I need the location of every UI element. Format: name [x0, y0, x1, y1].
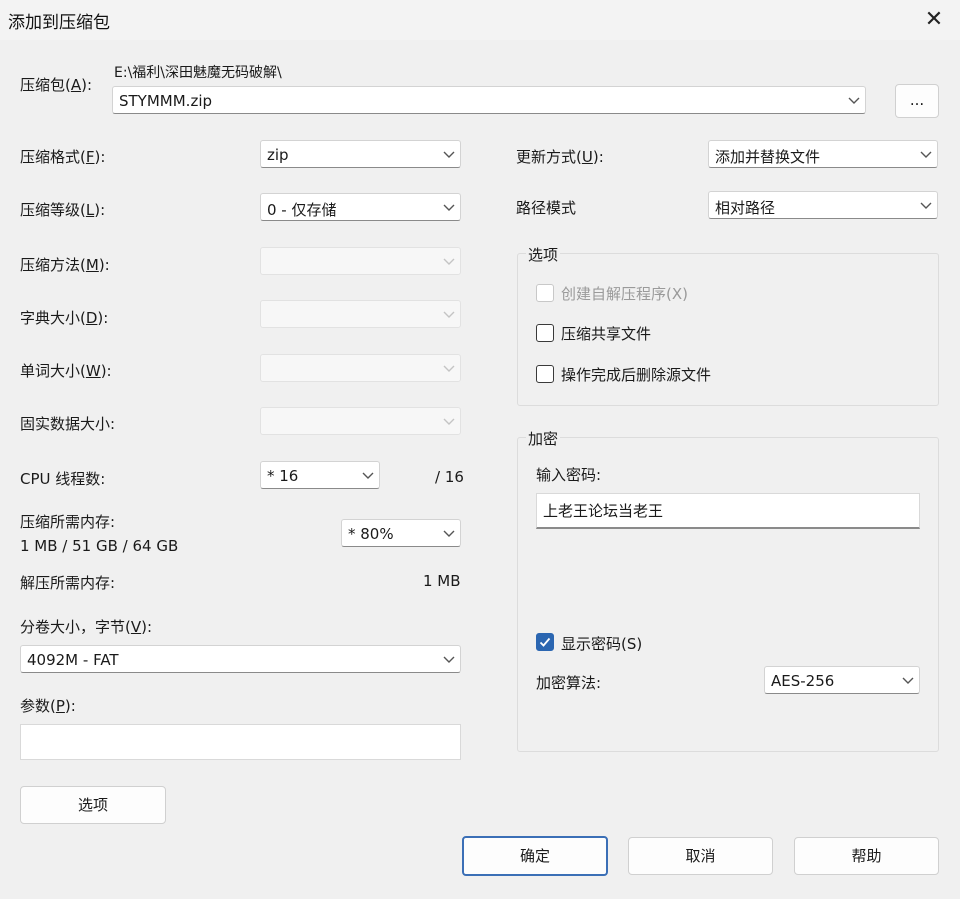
format-combo[interactable]: zip — [260, 140, 461, 168]
dict-label: 字典大小(D): — [20, 309, 109, 327]
checkmark-icon — [539, 637, 551, 647]
cancel-button[interactable]: 取消 — [628, 837, 773, 875]
chevron-down-icon — [443, 204, 455, 211]
path-mode-combo[interactable]: 相对路径 — [708, 191, 938, 219]
solid-combo — [260, 407, 461, 435]
chevron-down-icon — [443, 311, 455, 318]
ok-button[interactable]: 确定 — [462, 836, 608, 876]
algo-label: 加密算法: — [536, 674, 602, 692]
mem-decompress-label: 解压所需内存: — [20, 574, 116, 592]
level-value: 0 - 仅存储 — [267, 201, 337, 219]
chevron-down-icon — [443, 530, 455, 537]
volume-combo[interactable]: 4092M - FAT — [20, 645, 461, 673]
mem-compress-combo[interactable]: * 80% — [341, 519, 461, 547]
threads-combo[interactable]: * 16 — [260, 461, 380, 489]
params-input[interactable] — [20, 724, 461, 760]
close-icon[interactable]: ✕ — [920, 6, 948, 34]
solid-label: 固实数据大小: — [20, 415, 116, 433]
chevron-down-icon — [443, 258, 455, 265]
archive-path: E:\福利\深田魅魔无码破解\ — [114, 65, 282, 81]
delete-after-checkbox[interactable] — [536, 365, 554, 383]
format-label: 压缩格式(F): — [20, 148, 106, 166]
method-label: 压缩方法(M): — [20, 256, 110, 274]
title-bar — [0, 0, 960, 40]
update-combo[interactable]: 添加并替换文件 — [708, 140, 938, 168]
sfx-checkbox — [536, 284, 554, 302]
format-value: zip — [267, 146, 289, 164]
shared-label: 压缩共享文件 — [561, 325, 652, 343]
archive-name-combo[interactable]: STYMMM.zip — [112, 86, 866, 114]
chevron-down-icon — [443, 418, 455, 425]
chevron-down-icon — [848, 97, 860, 104]
password-value: 上老王论坛当老王 — [543, 502, 664, 520]
browse-button[interactable]: ... — [895, 84, 939, 118]
level-combo[interactable]: 0 - 仅存储 — [260, 193, 461, 221]
volume-label: 分卷大小，字节(V): — [20, 618, 153, 636]
delete-after-label: 操作完成后删除源文件 — [561, 366, 712, 384]
password-input[interactable]: 上老王论坛当老王 — [536, 493, 920, 529]
options-button[interactable]: 选项 — [20, 786, 166, 824]
volume-value: 4092M - FAT — [27, 651, 119, 669]
algo-value: AES-256 — [771, 672, 835, 690]
dict-combo — [260, 300, 461, 328]
password-label: 输入密码: — [536, 466, 602, 484]
mem-compress-value: * 80% — [348, 525, 394, 543]
word-label: 单词大小(W): — [20, 362, 112, 380]
options-group-title: 选项 — [526, 244, 561, 265]
show-password-label: 显示密码(S) — [561, 635, 643, 653]
show-password-checkbox[interactable] — [536, 633, 554, 651]
threads-value: * 16 — [267, 467, 299, 485]
method-combo — [260, 247, 461, 275]
mem-compress-detail: 1 MB / 51 GB / 64 GB — [20, 537, 179, 555]
help-button[interactable]: 帮助 — [794, 837, 939, 875]
dialog-title: 添加到压缩包 — [8, 13, 110, 33]
mem-compress-label: 压缩所需内存: — [20, 513, 116, 531]
chevron-down-icon — [362, 472, 374, 479]
chevron-down-icon — [443, 151, 455, 158]
chevron-down-icon — [443, 365, 455, 372]
params-label: 参数(P): — [20, 697, 76, 715]
chevron-down-icon — [920, 202, 932, 209]
archive-label: 压缩包(A): — [20, 76, 93, 94]
encrypt-group-title: 加密 — [526, 428, 561, 449]
word-combo — [260, 354, 461, 382]
shared-checkbox[interactable] — [536, 324, 554, 342]
update-label: 更新方式(U): — [516, 148, 604, 166]
mem-decompress-value: 1 MB — [423, 572, 461, 590]
threads-max: / 16 — [435, 468, 464, 486]
chevron-down-icon — [920, 151, 932, 158]
chevron-down-icon — [902, 677, 914, 684]
path-mode-value: 相对路径 — [715, 199, 776, 217]
threads-label: CPU 线程数: — [20, 470, 106, 488]
chevron-down-icon — [443, 656, 455, 663]
update-value: 添加并替换文件 — [715, 148, 821, 166]
level-label: 压缩等级(L): — [20, 201, 106, 219]
algo-combo[interactable]: AES-256 — [764, 666, 920, 694]
archive-name-value: STYMMM.zip — [119, 92, 213, 110]
sfx-label: 创建自解压程序(X) — [561, 285, 688, 303]
path-mode-label: 路径模式 — [516, 199, 577, 217]
